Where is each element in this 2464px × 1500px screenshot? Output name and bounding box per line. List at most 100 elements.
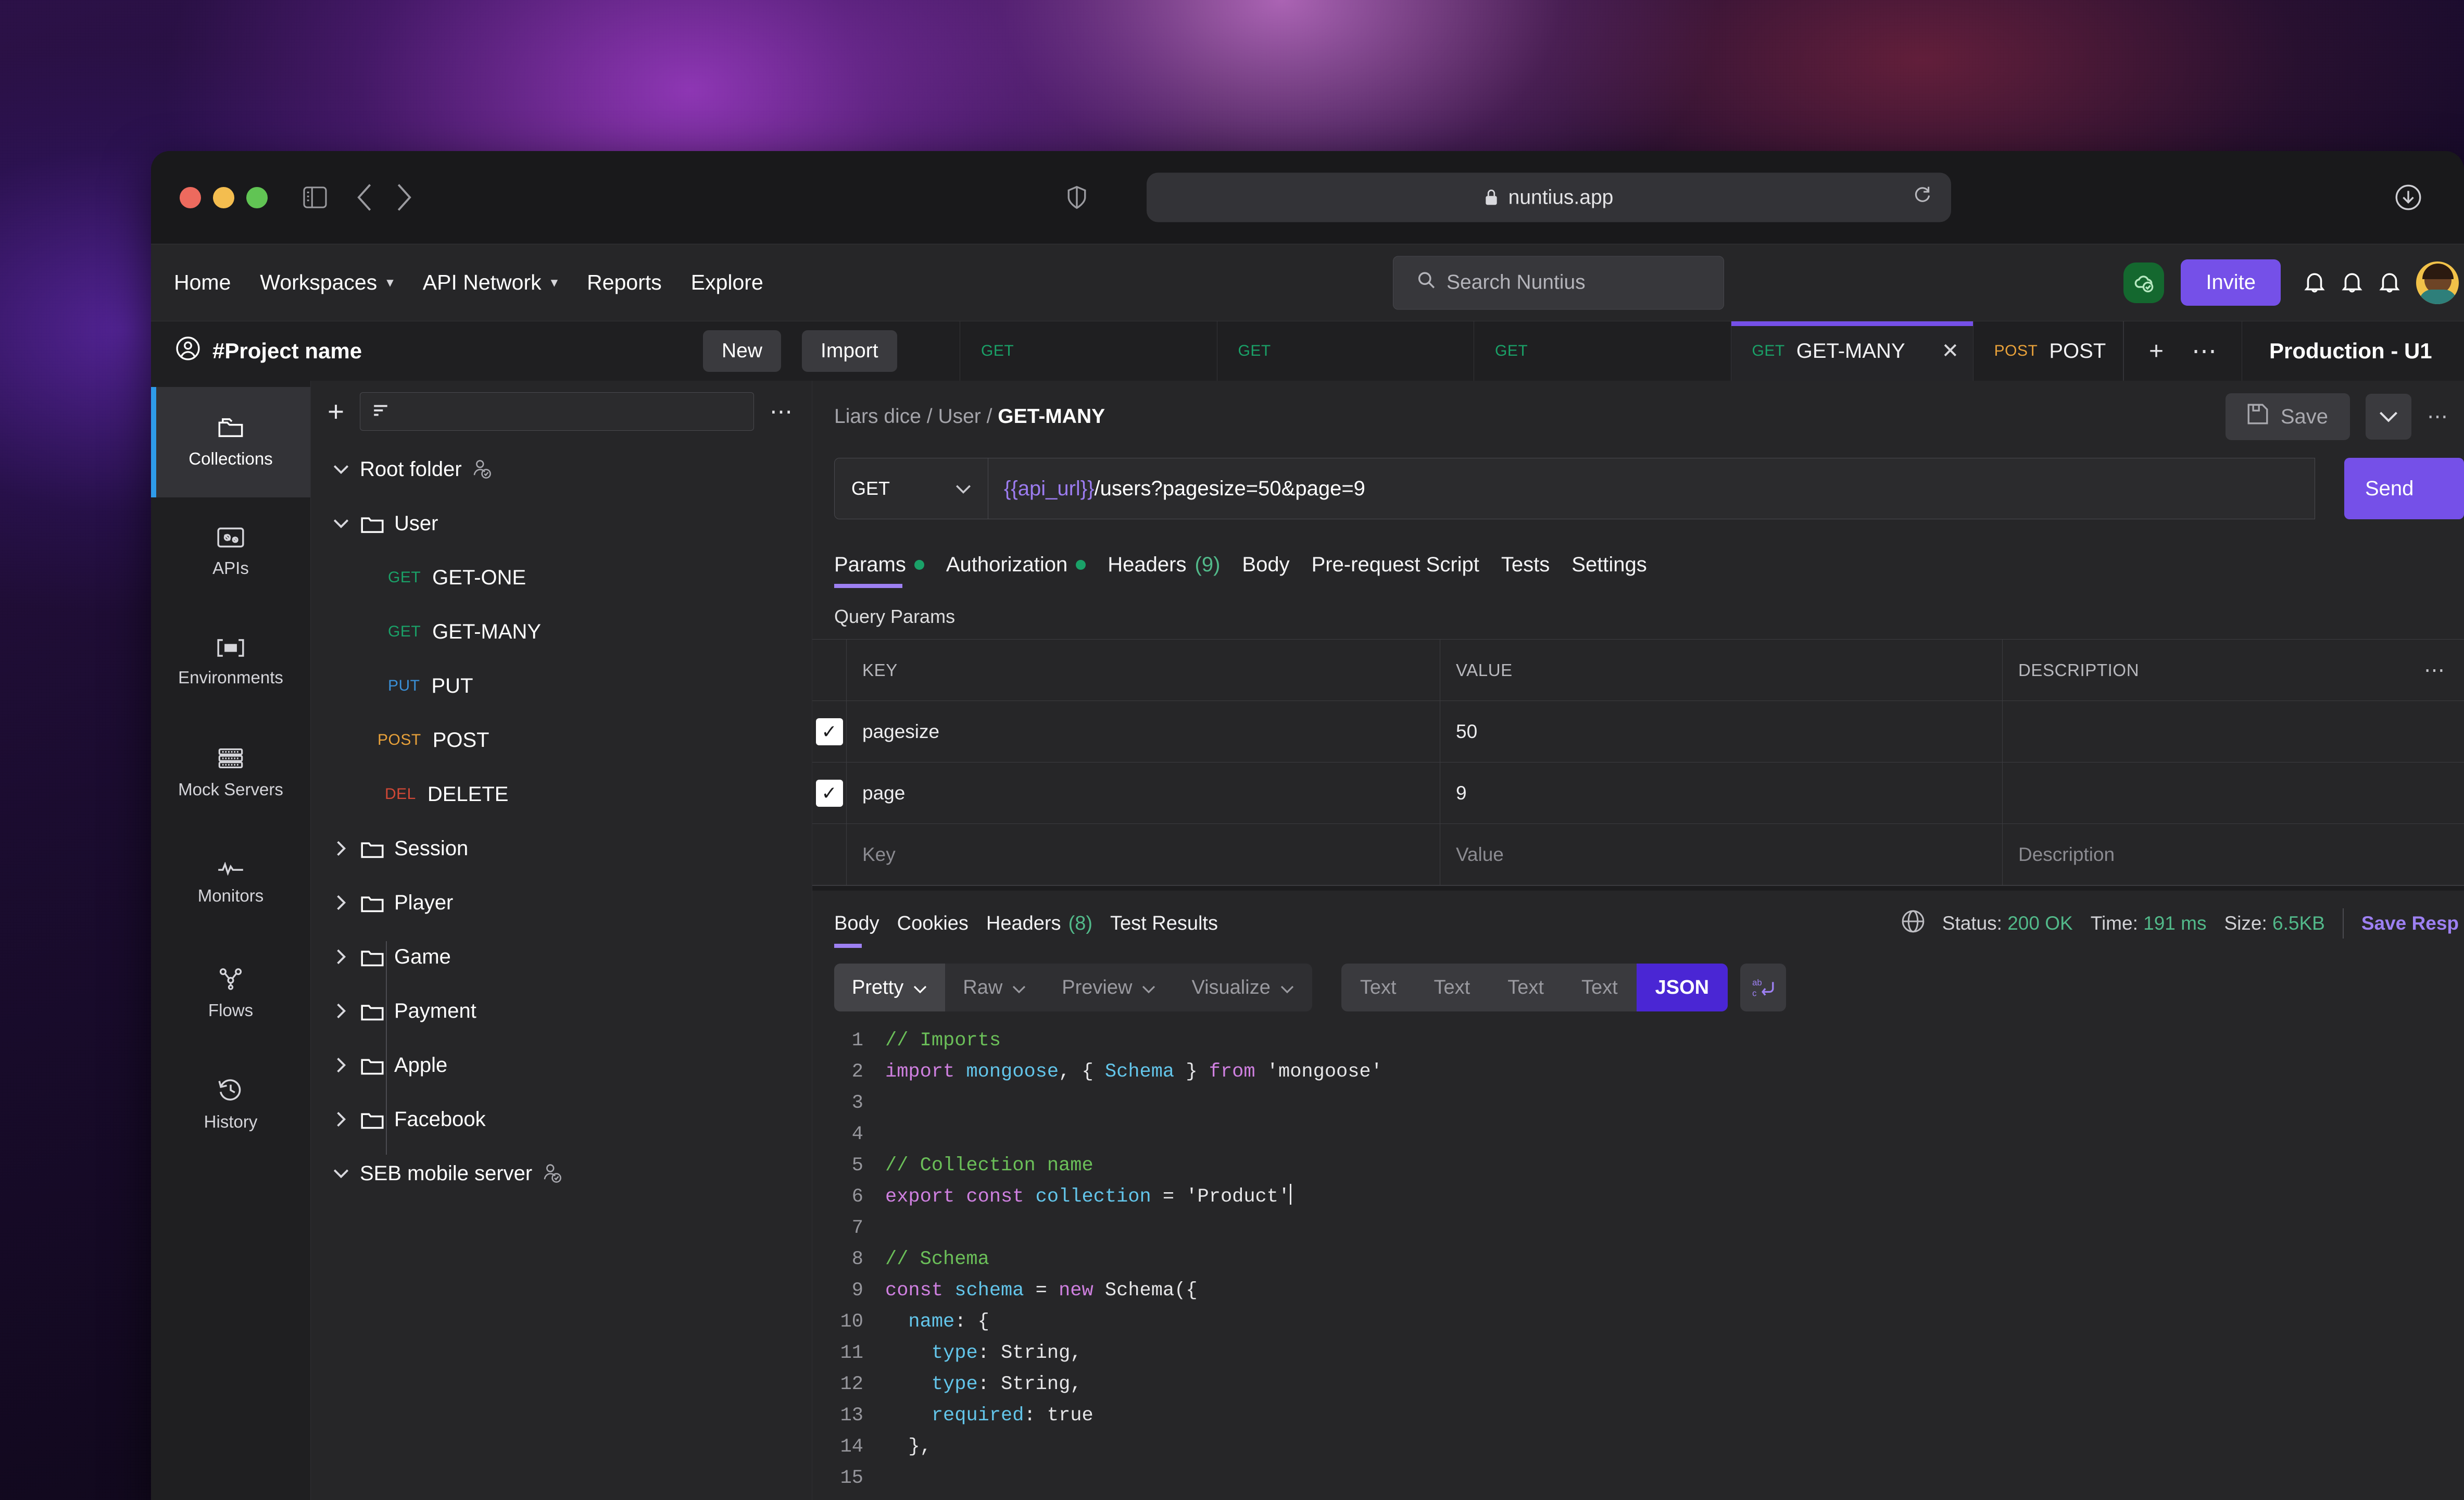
nav-explore[interactable]: Explore — [691, 270, 763, 295]
format-preview[interactable]: Preview — [1044, 964, 1174, 1011]
sidebar-item-mock-servers[interactable]: Mock Servers — [151, 718, 310, 829]
request-tab-post[interactable]: POST POST — [1973, 321, 2123, 381]
chevron-right-icon[interactable] — [330, 1110, 353, 1128]
save-button[interactable]: Save — [2225, 393, 2350, 440]
plus-icon[interactable]: + — [328, 397, 344, 426]
tree-row-request-get-many[interactable]: GET GET-MANY — [311, 605, 812, 659]
tab-settings[interactable]: Settings — [1572, 553, 1647, 588]
environment-selector[interactable]: Production - U1 — [2242, 321, 2464, 381]
project-name[interactable]: #Project name — [176, 336, 362, 366]
nav-api-network[interactable]: API Network ▾ — [423, 270, 558, 295]
table-row-placeholder[interactable]: Key Value Description — [812, 824, 2464, 885]
invite-button[interactable]: Invite — [2181, 259, 2281, 306]
cloud-check-icon[interactable] — [2123, 262, 2165, 303]
row-checkbox[interactable]: ✓ — [815, 779, 843, 807]
row-description[interactable] — [2003, 762, 2464, 823]
sidebar-item-monitors[interactable]: Monitors — [151, 829, 310, 939]
tab-authorization[interactable]: Authorization — [946, 553, 1086, 588]
tree-row-folder-session[interactable]: Session — [311, 821, 812, 876]
tree-row-request-post[interactable]: POST POST — [311, 713, 812, 767]
tree-row-request-delete[interactable]: DEL DELETE — [311, 767, 812, 821]
sidebar-item-collections[interactable]: Collections — [151, 387, 310, 497]
content-type-text[interactable]: Text — [1415, 964, 1489, 1011]
url-input[interactable]: {{api_url}}/users?pagesize=50&page=9 — [988, 458, 2315, 519]
tree-row-request-put[interactable]: PUT PUT — [311, 659, 812, 713]
sidebar-item-history[interactable]: History — [151, 1049, 310, 1160]
content-type-text[interactable]: Text — [1489, 964, 1563, 1011]
row-description[interactable] — [2003, 701, 2464, 762]
breadcrumb[interactable]: Liars dice / User / GET-MANY — [834, 405, 1105, 428]
response-tab-test-results[interactable]: Test Results — [1110, 891, 1218, 956]
tree-row-collection[interactable]: Root folder — [311, 442, 812, 496]
request-tab[interactable]: GET — [960, 321, 1217, 381]
new-button[interactable]: New — [703, 330, 782, 372]
shield-icon[interactable] — [1067, 185, 1086, 209]
tab-pre-request-script[interactable]: Pre-request Script — [1312, 553, 1479, 588]
tab-headers[interactable]: Headers (9) — [1108, 553, 1220, 588]
chevron-right-icon[interactable] — [330, 1002, 353, 1020]
tab-tests[interactable]: Tests — [1501, 553, 1550, 588]
sidebar-item-environments[interactable]: Environments — [151, 608, 310, 718]
save-dropdown-button[interactable] — [2366, 394, 2411, 440]
chevron-right-icon[interactable] — [330, 1056, 353, 1074]
bell-icon[interactable] — [2341, 271, 2363, 295]
row-key-placeholder[interactable]: Key — [847, 824, 1440, 885]
content-type-text[interactable]: Text — [1341, 964, 1415, 1011]
method-select[interactable]: GET — [834, 458, 988, 519]
word-wrap-icon[interactable]: ab c — [1740, 964, 1787, 1011]
response-tab-body[interactable]: Body — [834, 891, 879, 956]
tab-params[interactable]: Params — [834, 553, 924, 588]
tree-row-folder-player[interactable]: Player — [311, 876, 812, 930]
response-tab-headers[interactable]: Headers (8) — [986, 891, 1092, 956]
chevron-down-icon[interactable] — [330, 464, 353, 475]
format-raw[interactable]: Raw — [945, 964, 1044, 1011]
breadcrumb-part[interactable]: User — [938, 405, 980, 428]
tab-body[interactable]: Body — [1242, 553, 1289, 588]
maximize-window-button[interactable] — [246, 186, 268, 208]
sidebar-item-apis[interactable]: APIs — [151, 497, 310, 608]
response-code-viewer[interactable]: 1 // Imports 2 import mongoose, { Schema } … — [812, 1025, 2464, 1494]
bell-icon[interactable] — [2379, 271, 2400, 295]
request-tab[interactable]: GET — [1217, 321, 1475, 381]
url-bar[interactable]: nuntius.app — [1147, 172, 1951, 222]
nav-reports[interactable]: Reports — [587, 270, 662, 295]
sidebar-item-flows[interactable]: Flows — [151, 939, 310, 1049]
request-tab-get-many[interactable]: GET GET-MANY ✕ — [1731, 321, 1973, 381]
chevron-right-icon[interactable] — [330, 894, 353, 911]
response-divider[interactable] — [812, 885, 2464, 891]
ellipsis-icon[interactable]: ⋯ — [2427, 405, 2449, 429]
row-checkbox[interactable]: ✓ — [815, 718, 843, 745]
ellipsis-icon[interactable]: ⋯ — [2424, 658, 2446, 682]
tree-row-folder-user[interactable]: User — [311, 496, 812, 551]
chevron-down-icon[interactable] — [330, 518, 353, 529]
minimize-window-button[interactable] — [213, 186, 234, 208]
chevron-right-icon[interactable] — [330, 948, 353, 966]
global-search-input[interactable]: Search Nuntius — [1393, 256, 1724, 309]
table-row[interactable]: ✓ page 9 — [812, 762, 2464, 824]
tree-row-request-get-one[interactable]: GET GET-ONE — [311, 551, 812, 605]
download-icon[interactable] — [2395, 184, 2421, 210]
nav-home[interactable]: Home — [174, 270, 231, 295]
send-button[interactable]: Send — [2344, 458, 2464, 519]
format-pretty[interactable]: Pretty — [834, 964, 946, 1011]
nav-workspaces[interactable]: Workspaces ▾ — [260, 270, 393, 295]
content-type-json[interactable]: JSON — [1636, 964, 1728, 1011]
avatar[interactable] — [2416, 261, 2459, 304]
format-visualize[interactable]: Visualize — [1174, 964, 1312, 1011]
save-response-button[interactable]: Save Resp — [2361, 913, 2459, 934]
ellipsis-icon[interactable]: ⋯ — [770, 398, 794, 425]
breadcrumb-part[interactable]: Liars dice — [834, 405, 921, 428]
content-type-text[interactable]: Text — [1563, 964, 1637, 1011]
table-row[interactable]: ✓ pagesize 50 — [812, 701, 2464, 762]
row-description-placeholder[interactable]: Description — [2003, 824, 2464, 885]
plus-icon[interactable]: + — [2149, 337, 2164, 366]
sidebar-toggle-icon[interactable] — [303, 186, 327, 208]
row-key[interactable]: pagesize — [847, 701, 1440, 762]
bell-icon[interactable] — [2304, 271, 2325, 295]
row-key[interactable]: page — [847, 762, 1440, 823]
chevron-down-icon[interactable] — [330, 1168, 353, 1179]
import-button[interactable]: Import — [802, 330, 897, 372]
row-value[interactable]: 9 — [1440, 762, 2003, 823]
response-tab-cookies[interactable]: Cookies — [897, 891, 969, 956]
request-tab[interactable]: GET — [1474, 321, 1731, 381]
